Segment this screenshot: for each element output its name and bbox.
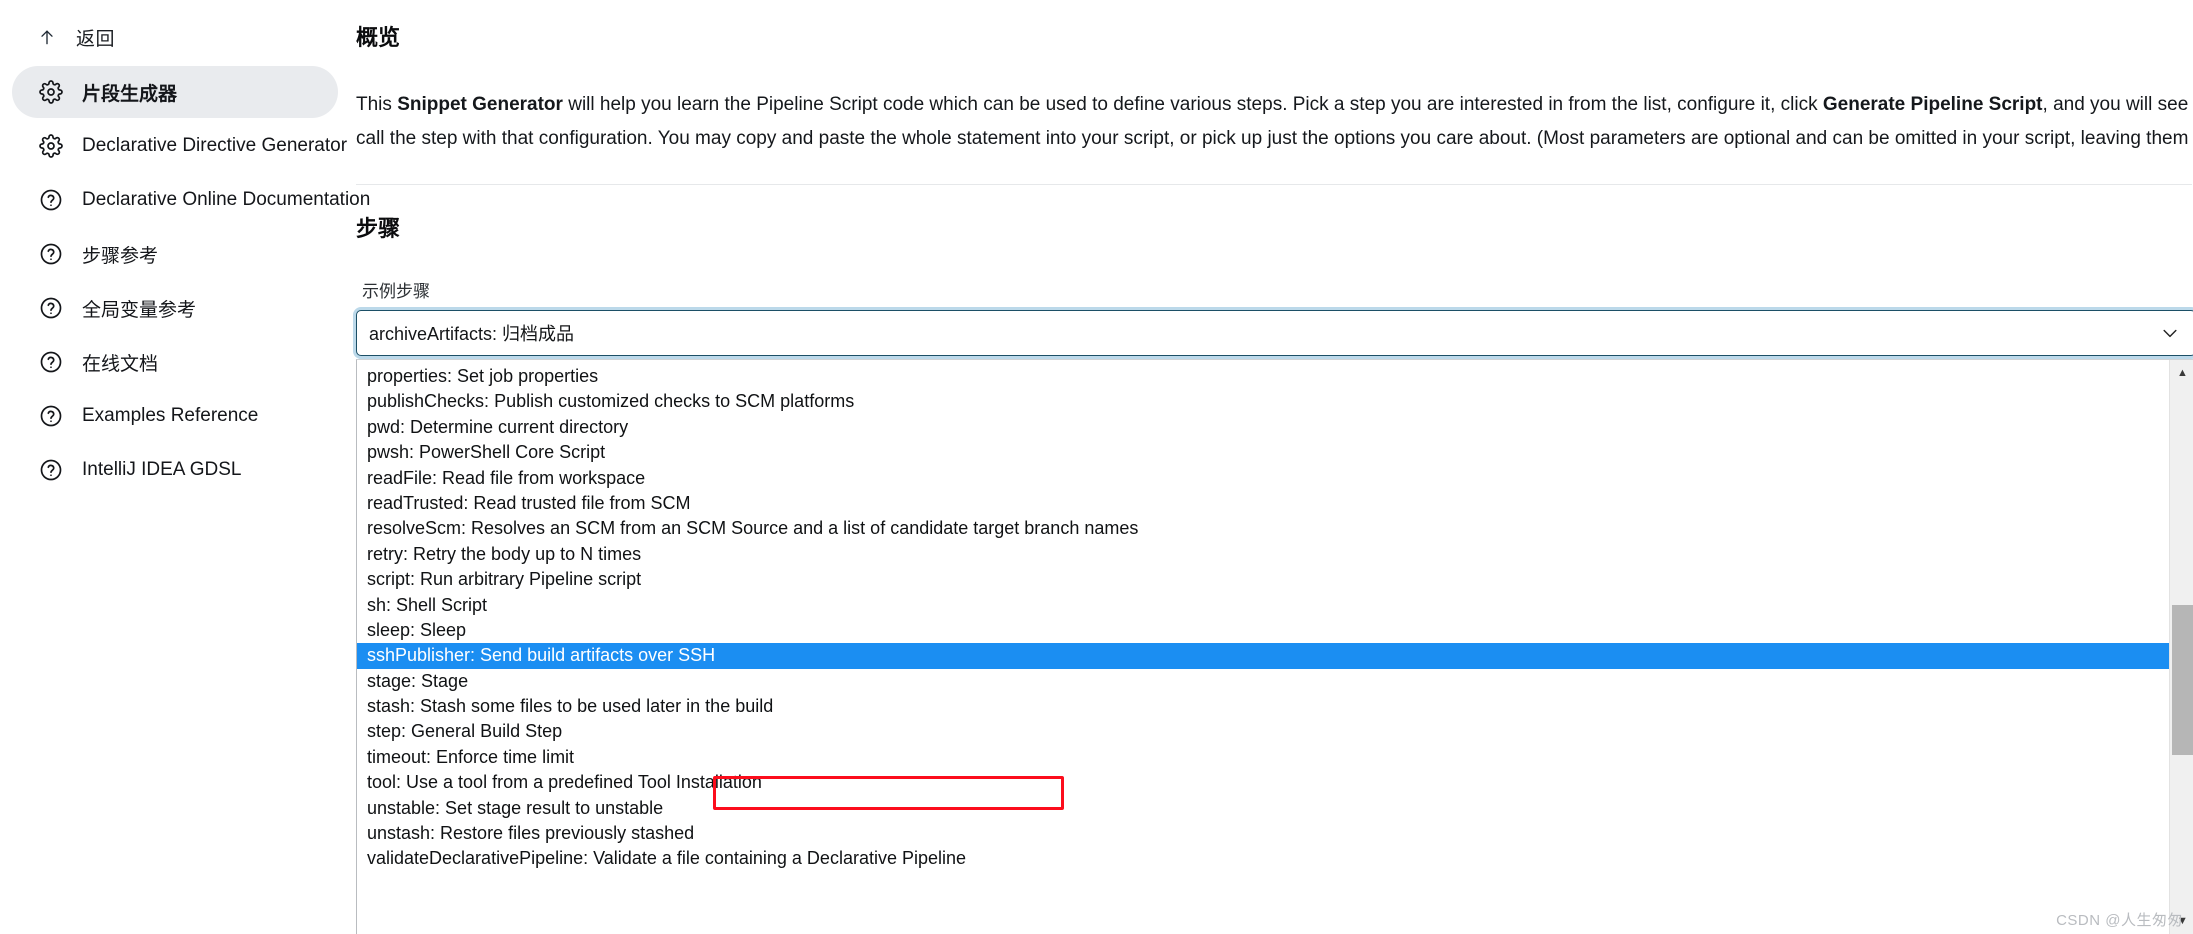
dropdown-option[interactable]: tool: Use a tool from a predefined Tool …	[357, 770, 2169, 795]
dropdown-option[interactable]: stage: Stage	[357, 669, 2169, 694]
sidebar-item-label: Examples Reference	[82, 405, 259, 426]
scrollbar-thumb[interactable]	[2172, 605, 2193, 755]
page-root: 返回 片段生成器 Declarative Directive Generator	[0, 0, 2193, 934]
arrow-up-icon	[36, 26, 58, 48]
dropdown-option[interactable]: properties: Set job properties	[357, 364, 2169, 389]
dropdown-scrollbar[interactable]: ▲ ▼	[2169, 360, 2193, 934]
sidebar-item-global-variable-reference[interactable]: 全局变量参考	[12, 282, 338, 334]
sidebar-item-snippet-generator[interactable]: 片段生成器	[12, 66, 338, 118]
main-content: 概览 This Snippet Generator will help you …	[350, 0, 2193, 934]
dropdown-option[interactable]: sleep: Sleep	[357, 618, 2169, 643]
overview-paragraph: This Snippet Generator will help you lea…	[356, 88, 2193, 156]
sample-step-combobox-wrapper: archiveArtifacts: 归档成品 properties: Set j…	[356, 310, 2193, 934]
overview-bold-snippet-generator: Snippet Generator	[397, 94, 563, 115]
dropdown-option[interactable]: readFile: Read file from workspace	[357, 466, 2169, 491]
sidebar-item-label: 在线文档	[82, 353, 159, 375]
sample-step-selected-value: archiveArtifacts: 归档成品	[369, 324, 575, 344]
dropdown-option[interactable]: stash: Stash some files to be used later…	[357, 694, 2169, 719]
dropdown-option[interactable]: unstash: Restore files previously stashe…	[357, 821, 2169, 846]
overview-text-part-1: This	[356, 94, 398, 115]
gear-icon	[38, 79, 64, 105]
dropdown-option[interactable]: sh: Shell Script	[357, 593, 2169, 618]
sample-step-label: 示例步骤	[362, 282, 430, 301]
dropdown-option[interactable]: step: General Build Step	[357, 719, 2169, 744]
sidebar-item-label: 片段生成器	[82, 83, 178, 105]
dropdown-option[interactable]: publishChecks: Publish customized checks…	[357, 389, 2169, 414]
scroll-up-arrow-icon[interactable]: ▲	[2170, 360, 2193, 386]
sidebar-item-declarative-directive-generator[interactable]: Declarative Directive Generator	[12, 120, 347, 172]
back-button[interactable]: 返回	[10, 14, 340, 60]
overview-text-part-2: will help you learn the Pipeline Script …	[562, 94, 1823, 115]
section-divider	[356, 184, 2192, 185]
sidebar-item-intellij-idea-gdsl[interactable]: IntelliJ IDEA GDSL	[12, 444, 338, 496]
dropdown-option[interactable]: pwd: Determine current directory	[357, 415, 2169, 440]
help-circle-icon	[38, 457, 64, 483]
sidebar-item-label: Declarative Online Documentation	[82, 189, 371, 210]
sidebar: 返回 片段生成器 Declarative Directive Generator	[0, 0, 370, 934]
help-circle-icon	[38, 295, 64, 321]
sidebar-item-label: 步骤参考	[82, 245, 159, 267]
sidebar-item-label: Declarative Directive Generator	[82, 135, 348, 156]
dropdown-options: properties: Set job properties publishCh…	[357, 360, 2169, 934]
sidebar-item-step-reference[interactable]: 步骤参考	[12, 228, 338, 280]
gear-icon	[38, 133, 64, 159]
sample-step-combobox[interactable]: archiveArtifacts: 归档成品	[356, 310, 2193, 356]
dropdown-option[interactable]: unstable: Set stage result to unstable	[357, 796, 2169, 821]
help-circle-icon	[38, 349, 64, 375]
help-circle-icon	[38, 187, 64, 213]
overview-heading: 概览	[356, 25, 401, 50]
dropdown-option[interactable]: script: Run arbitrary Pipeline script	[357, 567, 2169, 592]
dropdown-option-selected[interactable]: sshPublisher: Send build artifacts over …	[357, 643, 2169, 669]
help-circle-icon	[38, 403, 64, 429]
dropdown-option[interactable]: validateDeclarativePipeline: Validate a …	[357, 846, 2169, 871]
dropdown-option[interactable]: readTrusted: Read trusted file from SCM	[357, 491, 2169, 516]
help-circle-icon	[38, 241, 64, 267]
back-label: 返回	[76, 28, 116, 50]
sidebar-item-declarative-online-documentation[interactable]: Declarative Online Documentation	[12, 174, 370, 226]
sidebar-item-label: IntelliJ IDEA GDSL	[82, 459, 242, 480]
dropdown-option[interactable]: timeout: Enforce time limit	[357, 745, 2169, 770]
overview-bold-generate-pipeline-script: Generate Pipeline Script	[1822, 94, 2043, 115]
sidebar-item-examples-reference[interactable]: Examples Reference	[12, 390, 338, 442]
watermark: CSDN @人生匆匆	[2056, 912, 2183, 929]
dropdown-option[interactable]: resolveScm: Resolves an SCM from an SCM …	[357, 516, 2169, 541]
sample-step-dropdown-list[interactable]: properties: Set job properties publishCh…	[356, 359, 2193, 934]
steps-heading: 步骤	[356, 216, 401, 241]
chevron-down-icon[interactable]	[2159, 322, 2181, 344]
dropdown-option[interactable]: retry: Retry the body up to N times	[357, 542, 2169, 567]
sidebar-item-online-documentation[interactable]: 在线文档	[12, 336, 338, 388]
dropdown-option[interactable]: pwsh: PowerShell Core Script	[357, 440, 2169, 465]
sidebar-item-label: 全局变量参考	[82, 299, 197, 321]
